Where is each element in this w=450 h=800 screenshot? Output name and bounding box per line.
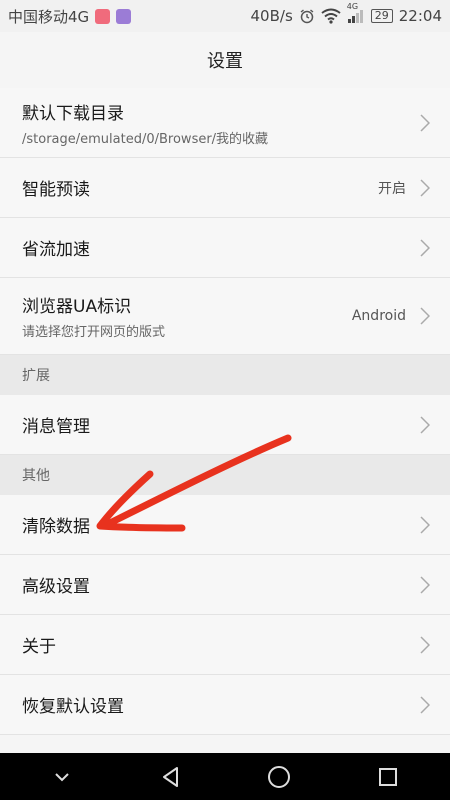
setting-browser-ua-subtitle: 请选择您打开网页的版式 <box>22 325 166 340</box>
recents-icon[interactable] <box>368 757 408 797</box>
setting-message-management[interactable]: 消息管理 <box>0 395 450 455</box>
chevron-right-icon <box>420 178 430 197</box>
chevron-right-icon <box>420 415 430 434</box>
setting-clear-data-title: 清除数据 <box>22 517 90 537</box>
setting-message-management-title: 消息管理 <box>22 417 90 437</box>
setting-restore-defaults[interactable]: 恢复默认设置 <box>0 675 450 735</box>
setting-browser-ua-title: 浏览器UA标识 <box>22 297 132 317</box>
chevron-right-icon <box>420 575 430 594</box>
status-bar: 中国移动4G 40B/s 4G 29 22:04 <box>0 0 450 32</box>
collapse-icon[interactable] <box>42 757 82 797</box>
setting-clear-data[interactable]: 清除数据 <box>0 495 450 555</box>
status-left: 中国移动4G <box>8 6 132 27</box>
wifi-icon <box>321 8 341 24</box>
chevron-right-icon <box>420 113 430 132</box>
setting-advanced[interactable]: 高级设置 <box>0 555 450 615</box>
setting-browser-ua-text: 浏览器UA标识 请选择您打开网页的版式 <box>22 292 352 340</box>
settings-list: 默认下载目录 /storage/emulated/0/Browser/我的收藏 … <box>0 88 450 735</box>
title-bar: 设置 <box>0 32 450 88</box>
setting-smart-preload[interactable]: 智能预读 开启 <box>0 158 450 218</box>
back-icon[interactable] <box>151 757 191 797</box>
setting-about-text: 关于 <box>22 632 420 657</box>
chevron-right-icon <box>420 307 430 325</box>
setting-smart-preload-value: 开启 <box>378 180 406 197</box>
setting-smart-preload-text: 智能预读 <box>22 175 378 200</box>
setting-clear-data-text: 清除数据 <box>22 512 420 537</box>
setting-restore-defaults-title: 恢复默认设置 <box>22 697 124 717</box>
chevron-right-icon <box>420 635 430 654</box>
chevron-right-icon <box>420 515 430 534</box>
page-title: 设置 <box>207 51 243 72</box>
section-other-label: 其他 <box>22 468 50 484</box>
setting-about-title: 关于 <box>22 637 56 657</box>
setting-smart-preload-title: 智能预读 <box>22 180 90 200</box>
home-icon[interactable] <box>259 757 299 797</box>
chevron-right-icon <box>420 238 430 257</box>
net-speed: 40B/s <box>250 7 293 25</box>
setting-browser-ua[interactable]: 浏览器UA标识 请选择您打开网页的版式 Android <box>0 278 450 355</box>
alarm-icon <box>300 9 314 24</box>
chevron-right-icon <box>420 695 430 714</box>
setting-advanced-text: 高级设置 <box>22 572 420 597</box>
setting-advanced-title: 高级设置 <box>22 577 90 597</box>
setting-data-saver-title: 省流加速 <box>22 240 90 260</box>
gallery-notification-icon <box>116 8 132 24</box>
setting-about[interactable]: 关于 <box>0 615 450 675</box>
setting-data-saver[interactable]: 省流加速 <box>0 218 450 278</box>
section-header-other: 其他 <box>0 455 450 495</box>
setting-data-saver-text: 省流加速 <box>22 235 420 260</box>
setting-download-dir-title: 默认下载目录 <box>22 103 124 124</box>
setting-download-dir[interactable]: 默认下载目录 /storage/emulated/0/Browser/我的收藏 <box>0 88 450 158</box>
setting-download-dir-subtitle: /storage/emulated/0/Browser/我的收藏 <box>22 131 269 147</box>
setting-message-management-text: 消息管理 <box>22 412 420 437</box>
app-notification-icon <box>95 8 111 24</box>
navigation-bar <box>0 753 450 800</box>
section-extensions-label: 扩展 <box>22 368 50 384</box>
setting-browser-ua-value: Android <box>351 308 406 324</box>
signal-type-label: 4G <box>346 2 359 11</box>
section-header-extensions: 扩展 <box>0 355 450 395</box>
battery-icon: 29 <box>370 9 393 23</box>
cell-signal-icon: 4G <box>347 2 365 24</box>
setting-restore-defaults-text: 恢复默认设置 <box>22 692 420 717</box>
status-right: 40B/s 4G 29 22:04 <box>250 2 442 25</box>
setting-download-dir-text: 默认下载目录 /storage/emulated/0/Browser/我的收藏 <box>22 99 420 147</box>
clock: 22:04 <box>398 7 442 25</box>
carrier-label: 中国移动4G <box>8 7 90 26</box>
